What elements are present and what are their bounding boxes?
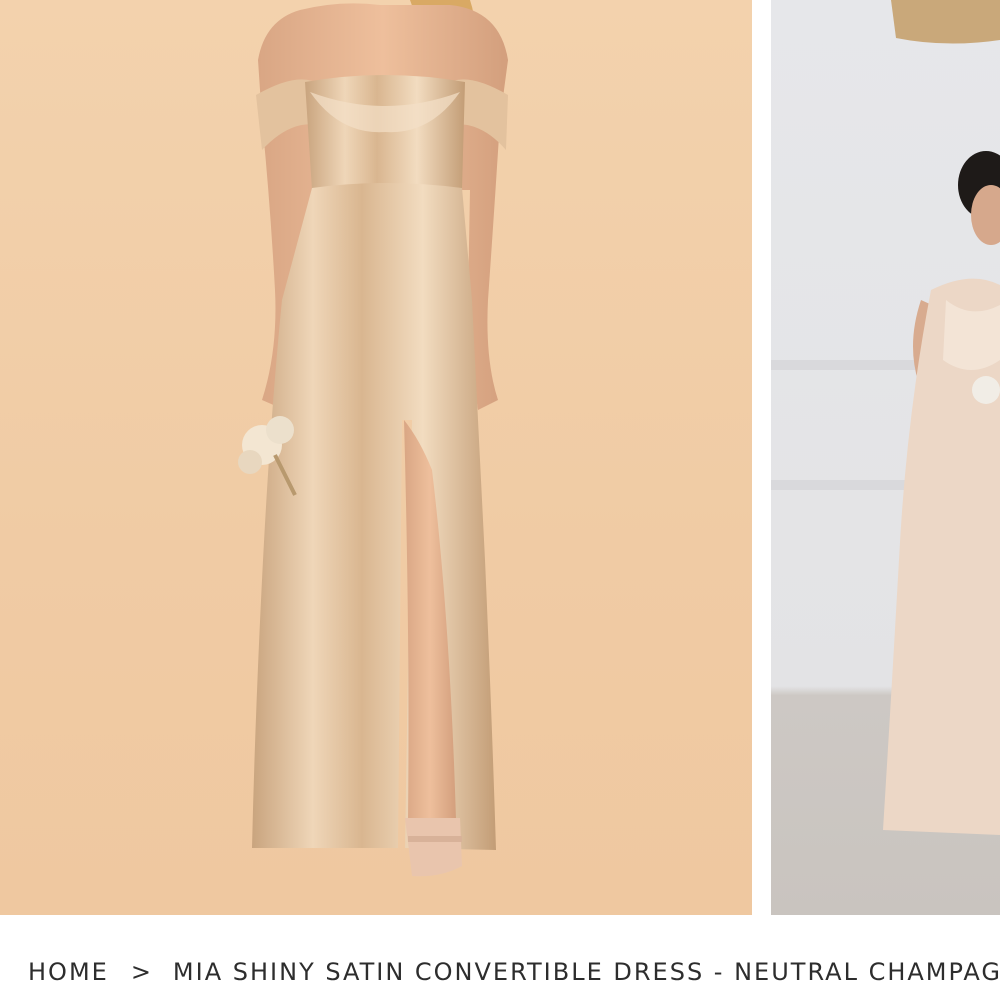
breadcrumb-separator-icon: > [130, 958, 153, 986]
breadcrumb: HOME > MIA SHINY SATIN CONVERTIBLE DRESS… [28, 952, 1000, 992]
main-product-photo[interactable] [0, 0, 752, 915]
model-off-shoulder-dress-illustration [238, 0, 508, 877]
secondary-product-photo[interactable] [771, 0, 1000, 915]
breadcrumb-current-page: MIA SHINY SATIN CONVERTIBLE DRESS - NEUT… [172, 958, 1000, 986]
product-image-gallery [0, 0, 1000, 915]
model-in-venue-illustration [883, 0, 1000, 836]
breadcrumb-home-link[interactable]: HOME [28, 958, 109, 986]
